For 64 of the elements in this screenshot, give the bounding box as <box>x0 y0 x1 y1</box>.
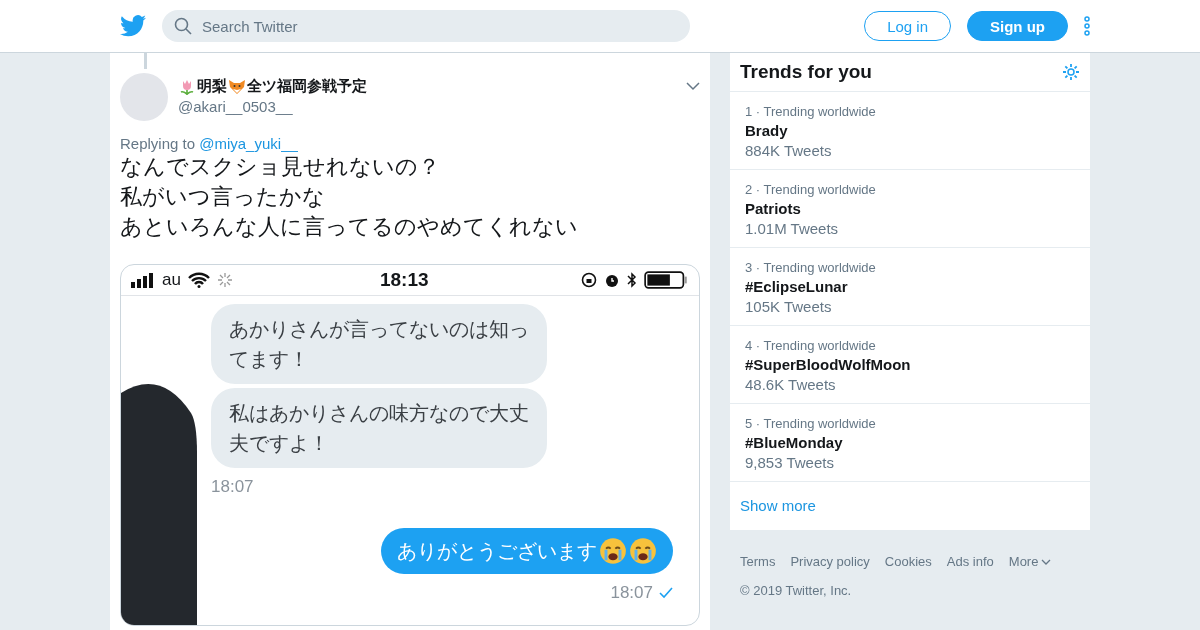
message-bubble: あかりさんが言ってないのは知ってます！ <box>211 304 547 384</box>
trend-context: 1 · Trending worldwide <box>745 104 877 119</box>
tweet-text: 私がいつ言ったかな <box>120 183 326 211</box>
trend-name: #SuperBloodWolfMoon <box>745 356 912 373</box>
sign-up-button[interactable]: Sign up <box>967 11 1068 41</box>
message-bubble: 私はあかりさんの味方なので大丈夫ですよ！ <box>211 388 547 468</box>
trend-item[interactable]: 5 · Trending worldwide #BlueMonday 9,853 Tweets <box>730 404 1090 482</box>
footer-link[interactable]: Terms <box>740 554 776 569</box>
screenshot-image[interactable]: au 18:13 あかりさんが言ってないのは知ってます！ 私はあかりさんの味方なので大丈夫ですよ！ 18:07 ありがとうございます 18:07 <box>120 264 700 626</box>
status-time: 18:13 <box>379 269 429 291</box>
footer-link[interactable]: Cookies <box>884 554 932 569</box>
loading-icon <box>216 272 233 288</box>
display-name: 全ツ福岡参戦予定 <box>247 77 367 96</box>
crying-face-icon <box>599 537 627 565</box>
carrier-label: au <box>162 270 181 290</box>
tweet-text: あといろんな人に言ってるのやめてくれない <box>120 213 579 241</box>
tweet-count: 105K Tweets <box>745 298 833 315</box>
trend-item[interactable]: 2 · Trending worldwide Patriots 1.01M Tweets <box>730 170 1090 248</box>
footer-link[interactable]: Ads info <box>946 554 994 569</box>
message-text: ありがとうございます <box>397 539 597 564</box>
footer-link[interactable]: Privacy policy <box>790 554 870 569</box>
trend-context: 5 · Trending worldwide <box>745 416 877 431</box>
trend-name: #BlueMonday <box>745 434 844 451</box>
bluetooth-icon <box>627 272 637 288</box>
display-name: 明梨 <box>197 77 227 96</box>
trend-context: 4 · Trending worldwide <box>745 338 877 353</box>
chevron-down-icon <box>1041 557 1052 566</box>
reply-to-link[interactable]: @miya_yuki__ <box>199 135 298 152</box>
chevron-down-icon[interactable] <box>686 81 700 91</box>
wifi-icon <box>187 272 210 288</box>
more-icon[interactable] <box>1084 16 1090 36</box>
trend-item[interactable]: 3 · Trending worldwide #EclipseLunar 105K Tweets <box>730 248 1090 326</box>
copyright-text: © 2019 Twitter, Inc. <box>740 583 853 598</box>
tweet-count: 48.6K Tweets <box>745 376 837 393</box>
fox-icon <box>228 77 246 96</box>
alarm-icon <box>604 272 620 288</box>
tweet-text: なんでスクショ見せれないの？ <box>120 153 441 181</box>
trend-context: 2 · Trending worldwide <box>745 182 877 197</box>
trend-item[interactable]: 1 · Trending worldwide Brady 884K Tweets <box>730 92 1090 170</box>
check-icon <box>659 587 673 599</box>
crying-face-icon <box>629 537 657 565</box>
tweet-count: 1.01M Tweets <box>745 220 840 237</box>
settings-icon[interactable] <box>1062 63 1080 81</box>
tweet-count: 884K Tweets <box>745 142 833 159</box>
battery-icon <box>644 271 689 289</box>
trend-name: Brady <box>745 122 789 139</box>
message-time: 18:07 <box>610 583 653 603</box>
trends-title: Trends for you <box>740 61 872 83</box>
trend-name: #EclipseLunar <box>745 278 849 295</box>
trend-name: Patriots <box>745 200 802 217</box>
show-more-link[interactable]: Show more <box>730 482 1090 530</box>
bird-logo-icon[interactable] <box>120 15 146 37</box>
signal-icon <box>131 272 155 288</box>
log-in-button[interactable]: Log in <box>864 11 951 41</box>
search-field[interactable]: Search Twitter <box>162 10 690 42</box>
replying-label: Replying to <box>120 135 196 152</box>
trend-item[interactable]: 4 · Trending worldwide #SuperBloodWolfMoon 48.6K Tweets <box>730 326 1090 404</box>
search-icon <box>174 17 192 35</box>
tweet-count: 9,853 Tweets <box>745 454 835 471</box>
rotation-lock-icon <box>581 272 597 288</box>
footer-link[interactable]: More <box>1008 554 1052 569</box>
trend-context: 3 · Trending worldwide <box>745 260 877 275</box>
user-handle: @akari__0503__ <box>178 98 294 115</box>
message-time: 18:07 <box>211 477 254 496</box>
